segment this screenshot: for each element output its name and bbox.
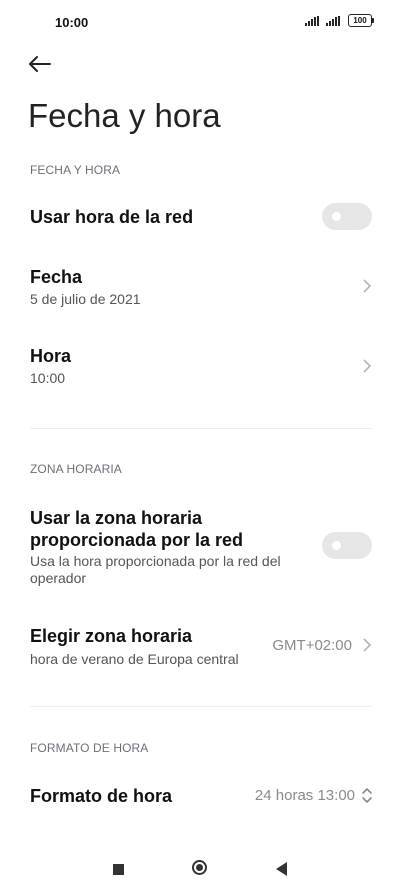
section-header-date-time: FECHA Y HORA xyxy=(30,163,121,177)
time-format-row[interactable]: Formato de hora 24 horas 13:00 xyxy=(0,775,402,817)
choose-zone-row[interactable]: Elegir zona horaria hora de verano de Eu… xyxy=(0,618,402,673)
choose-zone-subtitle: hora de verano de Europa central xyxy=(30,651,239,667)
time-row[interactable]: Hora 10:00 xyxy=(0,337,402,395)
chevron-right-icon xyxy=(363,638,372,652)
battery-icon: 100 xyxy=(348,14,374,27)
chevron-right-icon xyxy=(363,279,372,293)
time-title: Hora xyxy=(30,346,72,366)
toggle-knob xyxy=(332,212,341,221)
status-icons: 100 xyxy=(305,14,374,27)
page-title: Fecha y hora xyxy=(28,97,221,134)
arrow-left-icon xyxy=(29,56,51,72)
network-zone-subtitle-line2: operador xyxy=(30,570,87,586)
choose-zone-title: Elegir zona horaria xyxy=(30,626,193,646)
network-zone-toggle[interactable] xyxy=(322,532,372,559)
chevron-up-down-icon xyxy=(362,788,372,803)
divider xyxy=(30,428,372,429)
chevron-right-icon xyxy=(363,359,372,373)
network-zone-title-line2: proporcionada por la red xyxy=(30,530,244,550)
date-value: 5 de julio de 2021 xyxy=(30,291,141,307)
time-format-value: 24 horas 13:00 xyxy=(254,787,355,804)
toggle-knob xyxy=(332,541,341,550)
section-header-time-zone: ZONA HORARIA xyxy=(30,462,122,476)
signal-icon xyxy=(305,15,319,26)
date-row[interactable]: Fecha 5 de julio de 2021 xyxy=(0,258,402,316)
time-format-title: Formato de hora xyxy=(30,786,173,806)
status-time: 10:00 xyxy=(55,15,89,30)
navigation-bar xyxy=(0,843,402,893)
choose-zone-value: GMT+02:00 xyxy=(272,637,352,654)
back-button[interactable] xyxy=(28,50,58,78)
network-time-row[interactable]: Usar hora de la red xyxy=(0,195,402,240)
time-value: 10:00 xyxy=(30,370,66,386)
home-button[interactable] xyxy=(192,860,207,875)
divider xyxy=(30,706,372,707)
section-header-time-format: FORMATO DE HORA xyxy=(30,741,149,755)
network-zone-row[interactable]: Usar la zona horaria proporcionada por l… xyxy=(0,500,402,595)
network-zone-title-line1: Usar la zona horaria xyxy=(30,508,203,528)
date-title: Fecha xyxy=(30,267,83,287)
network-time-toggle[interactable] xyxy=(322,203,372,230)
nav-back-button[interactable] xyxy=(276,862,287,876)
status-bar: 10:00 100 xyxy=(0,0,402,46)
recents-button[interactable] xyxy=(113,864,124,875)
signal-icon-2 xyxy=(326,15,340,26)
network-zone-subtitle-line1: Usa la hora proporcionada por la red del xyxy=(30,553,281,569)
network-time-title: Usar hora de la red xyxy=(30,207,194,227)
